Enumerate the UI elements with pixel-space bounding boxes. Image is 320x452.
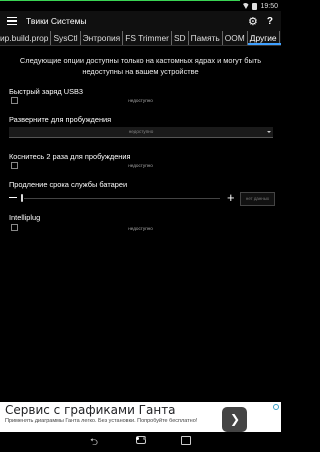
minus-icon[interactable] xyxy=(9,197,17,199)
ad-banner[interactable]: Сервис с графиками Ганта Применять диагр… xyxy=(0,402,281,435)
battery-life-value-box[interactable]: нет данных xyxy=(240,192,275,206)
app-bar: Твики Системы ⚙ ? xyxy=(0,11,281,31)
chevron-down-icon xyxy=(267,131,271,133)
ad-title: Сервис с графиками Ганта xyxy=(5,403,176,417)
wake-swipe-select[interactable]: недоступно xyxy=(9,127,273,138)
battery-life-slider: + xyxy=(0,191,281,204)
page-indicator xyxy=(0,437,281,440)
status-bar: 19:50 xyxy=(0,1,281,11)
active-tab-indicator xyxy=(248,43,281,45)
ad-subtitle: Применять диаграммы Ганта легко. Без уст… xyxy=(5,418,198,424)
main-content: Следующие опции доступны только на касто… xyxy=(0,46,281,77)
tab-bar: ир.build.prop SysCtl Энтропия FS Trimmer… xyxy=(0,31,281,46)
notice-text: Следующие опции доступны только на касто… xyxy=(19,56,262,76)
wake-swipe-title: Разверните для пробуждения xyxy=(9,115,112,124)
menu-icon[interactable] xyxy=(7,17,17,25)
intelliplug-title: Intelliplug xyxy=(9,213,41,222)
tab-build-prop[interactable]: ир.build.prop xyxy=(0,31,52,45)
ad-open-button[interactable]: ❯ xyxy=(222,407,247,432)
wake-swipe-value: недоступно xyxy=(128,129,154,134)
tab-oom[interactable]: OOM xyxy=(223,31,248,45)
status-time: 19:50 xyxy=(260,2,278,10)
plus-icon[interactable]: + xyxy=(227,191,235,204)
page-dot-1 xyxy=(135,437,139,440)
ad-info-icon[interactable] xyxy=(273,404,279,410)
gear-icon[interactable]: ⚙ xyxy=(248,15,258,28)
slider-thumb[interactable] xyxy=(21,194,23,202)
double-tap-title: Коснитесь 2 раза для пробуждения xyxy=(9,152,131,161)
battery-icon xyxy=(252,2,258,10)
battery-life-title: Продление срока службы батареи xyxy=(9,180,128,189)
help-icon[interactable]: ? xyxy=(267,16,273,27)
app-title: Твики Системы xyxy=(26,16,87,26)
navigation-bar: ⮌ xyxy=(0,432,281,450)
intelliplug-status: недоступно xyxy=(128,226,153,231)
usb-charge-status: недоступно xyxy=(128,98,153,103)
tab-sysctl[interactable]: SysCtl xyxy=(51,31,81,45)
double-tap-status: недоступно xyxy=(128,163,153,168)
tab-entropy[interactable]: Энтропия xyxy=(81,31,124,45)
tab-fs-trimmer[interactable]: FS Trimmer xyxy=(123,31,172,45)
page-dot-2 xyxy=(142,437,146,440)
tab-memory[interactable]: Память xyxy=(189,31,223,45)
wifi-icon xyxy=(242,3,250,9)
tab-sd[interactable]: SD xyxy=(172,31,189,45)
slider-track[interactable] xyxy=(24,198,220,199)
usb-charge-title: Быстрый заряд USB3 xyxy=(9,87,84,96)
battery-life-value: нет данных xyxy=(245,196,270,201)
chevron-right-icon: ❯ xyxy=(230,412,241,426)
